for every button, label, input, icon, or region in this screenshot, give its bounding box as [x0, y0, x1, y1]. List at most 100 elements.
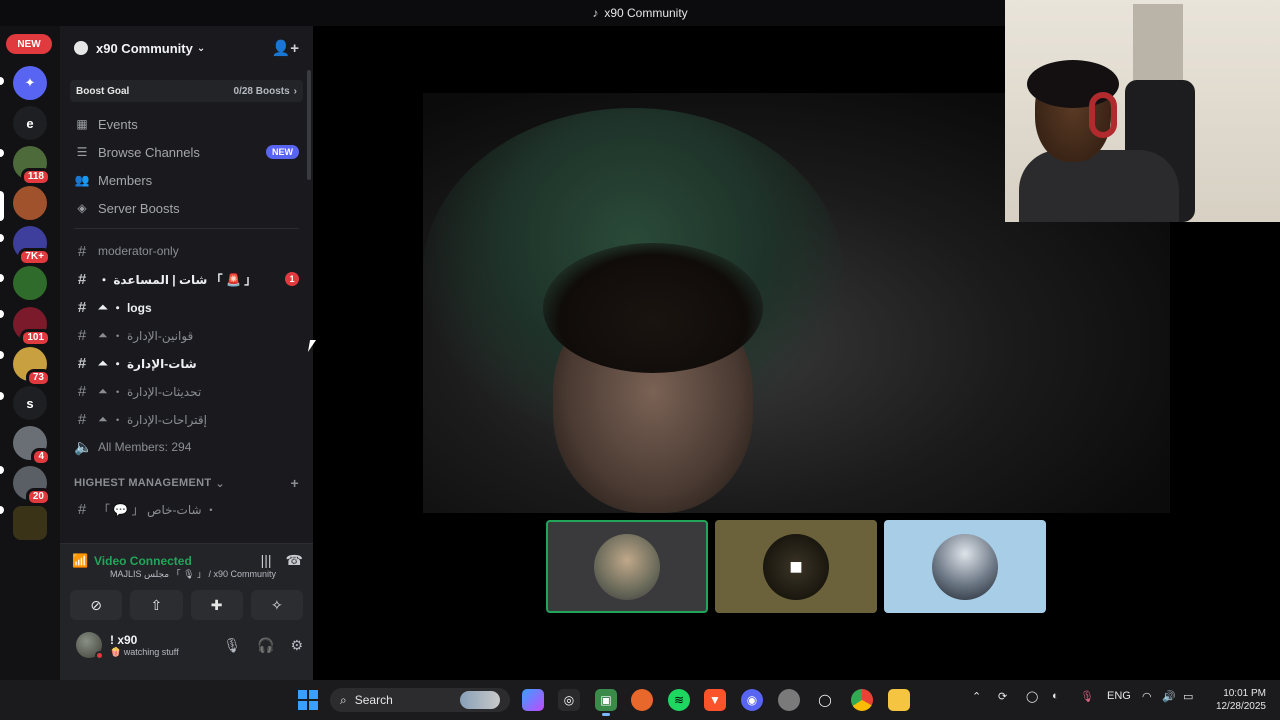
disconnect-icon[interactable]: ☎ [286, 552, 303, 569]
voice-connection-panel: 📶 Video Connected ||| ☎ MAJLIS مجلس 「 🎙 … [60, 543, 313, 680]
microphone-icon[interactable]: 🎙 [223, 637, 241, 654]
status-dnd-icon [95, 651, 104, 660]
clock-time: 10:01 PM [1223, 688, 1266, 699]
server-icon-s[interactable]: s [13, 386, 47, 420]
participant-avatar [932, 533, 998, 600]
microphone-icon[interactable]: 🎙 [1080, 690, 1094, 703]
server-icon[interactable] [13, 506, 47, 540]
channel-admin-rules[interactable]: # ⏶ ・ قوانين-الإدارة [60, 321, 313, 349]
nav-label: Server Boosts [98, 200, 180, 216]
server-unread-pill [0, 392, 4, 400]
spotify-icon[interactable]: ≋ [668, 689, 690, 711]
server-name: x90 Community [96, 40, 193, 56]
app-icon[interactable] [778, 689, 800, 711]
server-icon[interactable]: 73 [13, 347, 51, 387]
hash-icon: # [77, 298, 87, 316]
video-hair [543, 243, 763, 373]
channel-private-chat[interactable]: # 「 💬 」 شات-خاص ・ [60, 495, 313, 523]
server-icon[interactable]: 118 [13, 146, 51, 186]
camera-off-button[interactable]: ⊘ [70, 590, 123, 620]
channel-all-members[interactable]: 🔈 All Members: 294 [60, 433, 313, 461]
server-icon[interactable]: 101 [13, 307, 51, 347]
boost-goal-bar[interactable]: Boost Goal 0/28 Boosts › [70, 80, 303, 102]
battery-icon[interactable]: ▭ [1183, 690, 1193, 703]
obs-tray-icon[interactable]: ◯ [1026, 690, 1038, 703]
server-icon[interactable] [13, 186, 47, 220]
participant-tile[interactable]: ■ [715, 520, 877, 613]
app-icon[interactable]: ◎ [558, 689, 580, 711]
voice-status[interactable]: Video Connected [94, 554, 192, 568]
discord-icon[interactable]: ◉ [741, 689, 763, 711]
nav-events[interactable]: ▦ Events [60, 110, 313, 138]
activities-button[interactable]: ✚ [190, 590, 243, 620]
wifi-icon[interactable]: ◠ [1142, 690, 1152, 703]
chevron-down-icon: ⌄ [215, 477, 225, 490]
windows-start-icon[interactable] [298, 690, 318, 710]
discord-home-icon[interactable]: ✦ [13, 66, 47, 100]
channel-moderator-only[interactable]: # moderator-only [60, 237, 313, 265]
hash-icon: # [77, 270, 87, 288]
user-name[interactable]: ! x90 [110, 633, 179, 647]
steam-icon[interactable]: ◐ [1052, 690, 1059, 702]
participant-tiles: ■ [546, 520, 1046, 613]
browse-icon: ☰ [76, 145, 88, 159]
channel-admin-chat[interactable]: # ⏶ ・ شات-الإدارة [60, 349, 313, 377]
calendar-icon: ▦ [76, 117, 88, 131]
category-highest-management[interactable]: HIGHEST MANAGEMENT ⌄ + [60, 471, 313, 495]
firefox-icon[interactable] [631, 689, 653, 711]
channel-admin-updates[interactable]: # ⏶ ・ تحديثات-الإدارة [60, 377, 313, 405]
obs-icon[interactable]: ◯ [814, 689, 836, 711]
channel-label: ・ شات | المساعدة 「 🚨 」 [98, 272, 257, 287]
nav-members[interactable]: 👥 Members [60, 166, 313, 194]
language-indicator[interactable]: ENG [1107, 690, 1131, 702]
system-clock[interactable]: 10:01 PM 12/28/2025 [1210, 687, 1266, 713]
copilot-icon[interactable] [522, 689, 544, 711]
file-explorer-icon[interactable] [888, 689, 910, 711]
channel-logs[interactable]: # ⏶ ・ logs [60, 293, 313, 321]
soundboard-button[interactable]: ✧ [250, 590, 303, 620]
volume-icon[interactable]: 🔊 [1162, 690, 1176, 703]
chrome-icon[interactable] [851, 689, 873, 711]
server-icon-e[interactable]: e [13, 106, 47, 140]
nav-browse-channels[interactable]: ☰ Browse Channels NEW [60, 138, 313, 166]
mention-badge: 1 [285, 272, 299, 286]
channel-label: ・ تحديثات-الإدارة [111, 384, 202, 399]
hash-icon: # [77, 382, 87, 400]
chevron-right-icon: › [293, 85, 297, 97]
signal-icon[interactable]: 📶 [72, 553, 94, 569]
headphones-icon[interactable]: 🎧 [257, 637, 274, 654]
boost-goal-label: Boost Goal [76, 85, 130, 97]
server-unread-pill [0, 234, 4, 242]
nav-label: Members [98, 172, 153, 188]
hash-icon: # [77, 500, 87, 518]
avatar[interactable] [76, 632, 104, 660]
server-unread-pill [0, 77, 4, 85]
server-icon[interactable] [13, 266, 47, 300]
speaker-icon: 🔈 [74, 439, 93, 456]
invite-people-icon[interactable]: 👤+ [272, 39, 299, 57]
channel-admin-suggestions[interactable]: # ⏶ ・ إقتراحات-الإدارة [60, 405, 313, 433]
brave-icon[interactable]: ▼ [704, 689, 726, 711]
server-header[interactable]: x90 Community ⌄ 👤+ [60, 26, 313, 70]
hash-icon: # [77, 410, 87, 428]
discord-app-icon[interactable]: ▣ [595, 689, 617, 716]
sync-icon[interactable]: ⟳ [998, 690, 1007, 703]
taskbar-search[interactable]: ⌕ Search [330, 688, 510, 712]
participant-tile[interactable] [884, 520, 1046, 613]
new-badge[interactable]: NEW [6, 34, 52, 54]
participant-tile[interactable] [546, 520, 708, 613]
gear-icon[interactable]: ⚙ [290, 637, 303, 654]
server-icon[interactable]: 7K+ [13, 226, 51, 266]
boost-icon: ◈ [77, 201, 87, 215]
channel-label: ・ شات-الإدارة [111, 356, 197, 371]
server-icon[interactable]: 20 [13, 466, 51, 506]
channel-help-chat[interactable]: # ・ شات | المساعدة 「 🚨 」 1 [60, 265, 313, 293]
server-icon[interactable]: 4 [13, 426, 51, 466]
search-highlight-image [460, 691, 500, 709]
sidebar-scrollbar[interactable] [307, 70, 311, 180]
nav-server-boosts[interactable]: ◈ Server Boosts [60, 194, 313, 222]
screen-share-button[interactable]: ⇧ [130, 590, 183, 620]
hash-icon: # [77, 326, 87, 344]
chevron-up-icon[interactable]: ⌃ [972, 690, 981, 703]
add-channel-icon[interactable]: + [291, 475, 299, 491]
